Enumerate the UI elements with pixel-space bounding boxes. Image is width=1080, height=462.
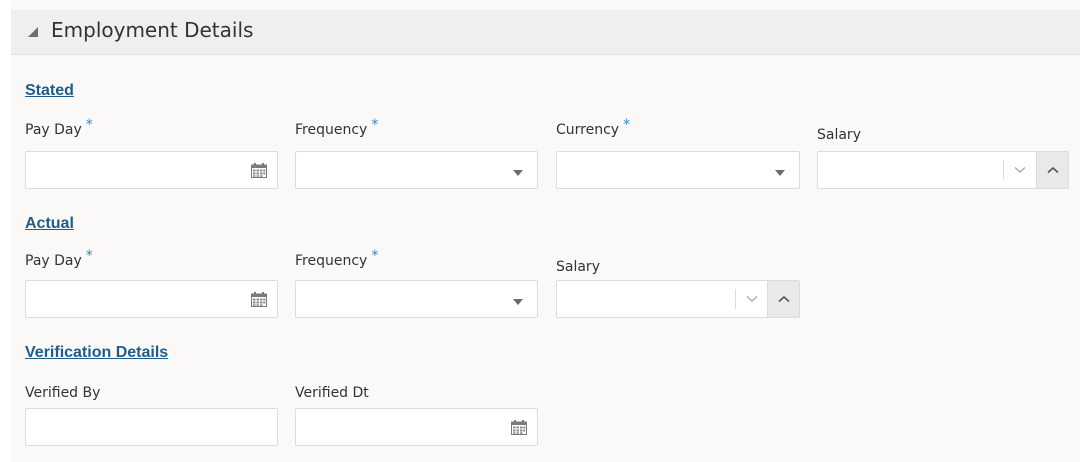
actual-salary-stepper[interactable]: [556, 280, 800, 318]
required-marker: *: [371, 117, 379, 133]
chevron-up-icon: [1046, 166, 1059, 174]
required-marker: *: [623, 117, 631, 133]
actual-salary-label: Salary: [556, 259, 600, 275]
chevron-down-icon: [746, 295, 758, 302]
panel-header[interactable]: Employment Details: [11, 10, 1080, 55]
stated-pay-day-input[interactable]: [25, 151, 278, 189]
chevron-down-icon[interactable]: [775, 170, 785, 176]
verified-by-input[interactable]: [25, 408, 278, 446]
stated-salary-stepper[interactable]: [817, 151, 1069, 189]
actual-pay-day-input[interactable]: [25, 280, 278, 318]
calendar-icon[interactable]: [251, 292, 267, 307]
increment-button[interactable]: [1036, 152, 1068, 188]
stated-heading[interactable]: Stated: [25, 82, 74, 100]
increment-button[interactable]: [767, 281, 799, 317]
actual-pay-day-label: Pay Day *: [25, 248, 93, 269]
actual-frequency-label: Frequency *: [295, 248, 379, 269]
stated-currency-label: Currency *: [556, 117, 631, 138]
calendar-icon[interactable]: [511, 420, 527, 435]
required-marker: *: [85, 248, 93, 264]
verified-by-label: Verified By: [25, 385, 101, 401]
actual-frequency-select[interactable]: [295, 280, 538, 318]
verified-dt-input[interactable]: [295, 408, 538, 446]
triangle-expanded-icon[interactable]: [28, 27, 38, 37]
decrement-button[interactable]: [736, 281, 768, 317]
stated-pay-day-label: Pay Day *: [25, 117, 93, 138]
verification-details-heading[interactable]: Verification Details: [25, 344, 168, 362]
required-marker: *: [85, 117, 93, 133]
chevron-down-icon[interactable]: [513, 299, 523, 305]
decrement-button[interactable]: [1004, 152, 1036, 188]
calendar-icon[interactable]: [251, 163, 267, 178]
stated-salary-label: Salary: [817, 127, 861, 143]
employment-details-panel: Employment Details Stated Pay Day * Frequ…: [11, 0, 1080, 462]
required-marker: *: [371, 248, 379, 264]
actual-heading[interactable]: Actual: [25, 215, 74, 233]
chevron-down-icon: [1014, 166, 1026, 173]
chevron-down-icon[interactable]: [513, 170, 523, 176]
chevron-up-icon: [777, 295, 790, 303]
panel-title: Employment Details: [51, 18, 254, 42]
stated-frequency-select[interactable]: [295, 151, 538, 189]
verified-dt-label: Verified Dt: [295, 385, 369, 401]
stated-frequency-label: Frequency *: [295, 117, 379, 138]
stated-currency-select[interactable]: [556, 151, 800, 189]
